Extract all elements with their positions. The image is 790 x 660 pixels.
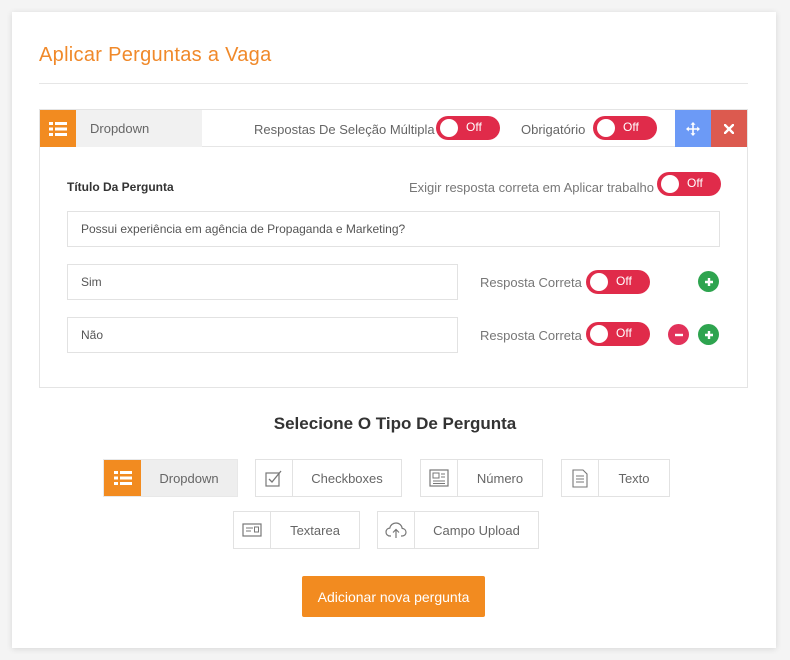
add-question-button[interactable]: Adicionar nova pergunta [302, 576, 485, 617]
toggle-knob [590, 273, 608, 291]
type-button-checkboxes[interactable]: Checkboxes [255, 459, 402, 497]
question-type-label: Dropdown [76, 110, 202, 147]
type-label: Textarea [290, 522, 340, 538]
answer-input[interactable]: Não [67, 317, 458, 353]
require-correct-label: Exigir resposta correta em Aplicar traba… [409, 180, 654, 195]
multi-select-label: Respostas De Seleção Múltipla [254, 122, 435, 137]
toggle-knob [597, 119, 615, 137]
select-type-title: Selecione O Tipo De Pergunta [273, 414, 517, 433]
question-title-label: Título Da Pergunta [67, 180, 174, 194]
correct-answer-label: Resposta Correta [480, 328, 582, 343]
toggle-knob [440, 119, 458, 137]
remove-answer-button[interactable] [668, 324, 689, 345]
textarea-icon [234, 512, 271, 548]
type-button-dropdown[interactable]: Dropdown [103, 459, 238, 497]
multi-select-toggle[interactable]: Off [436, 116, 500, 140]
close-icon [724, 123, 734, 134]
delete-question-button[interactable] [711, 110, 747, 147]
type-button-texto[interactable]: Texto [561, 459, 670, 497]
toggle-knob [661, 175, 679, 193]
minus-icon [674, 333, 683, 336]
question-title-input[interactable]: Possui experiência em agência de Propaga… [67, 211, 720, 247]
type-label: Checkboxes [311, 470, 383, 486]
plus-icon [704, 277, 713, 286]
toggle-label: Off [616, 326, 632, 340]
type-button-upload[interactable]: Campo Upload [377, 511, 539, 549]
text-icon [562, 460, 599, 496]
correct-answer-toggle[interactable]: Off [586, 322, 650, 346]
move-icon [686, 121, 700, 136]
toggle-label: Off [623, 120, 639, 134]
title-divider [39, 83, 748, 84]
question-block: Dropdown Respostas De Seleção Múltipla O… [39, 109, 748, 388]
move-button[interactable] [675, 110, 711, 147]
upload-icon [378, 512, 415, 548]
answer-input[interactable]: Sim [67, 264, 458, 300]
plus-icon [704, 330, 713, 339]
toggle-label: Off [466, 120, 482, 134]
list-icon [104, 460, 141, 496]
correct-answer-toggle[interactable]: Off [586, 270, 650, 294]
add-answer-button[interactable] [698, 271, 719, 292]
toggle-knob [590, 325, 608, 343]
type-label: Campo Upload [433, 522, 520, 538]
list-icon [40, 110, 76, 147]
page-title: Aplicar Perguntas a Vaga [39, 44, 272, 66]
toggle-label: Off [616, 274, 632, 288]
toggle-label: Off [687, 176, 703, 190]
type-label: Texto [618, 470, 650, 486]
question-header: Dropdown Respostas De Seleção Múltipla O… [40, 110, 747, 147]
type-button-textarea[interactable]: Textarea [233, 511, 360, 549]
require-correct-toggle[interactable]: Off [657, 172, 721, 196]
type-label: Dropdown [159, 470, 219, 486]
required-toggle[interactable]: Off [593, 116, 657, 140]
type-label: Número [476, 470, 524, 486]
add-answer-button[interactable] [698, 324, 719, 345]
correct-answer-label: Resposta Correta [480, 275, 582, 290]
checkbox-icon [256, 460, 293, 496]
required-label: Obrigatório [521, 122, 586, 137]
type-button-numero[interactable]: Número [420, 459, 543, 497]
number-icon [421, 460, 458, 496]
